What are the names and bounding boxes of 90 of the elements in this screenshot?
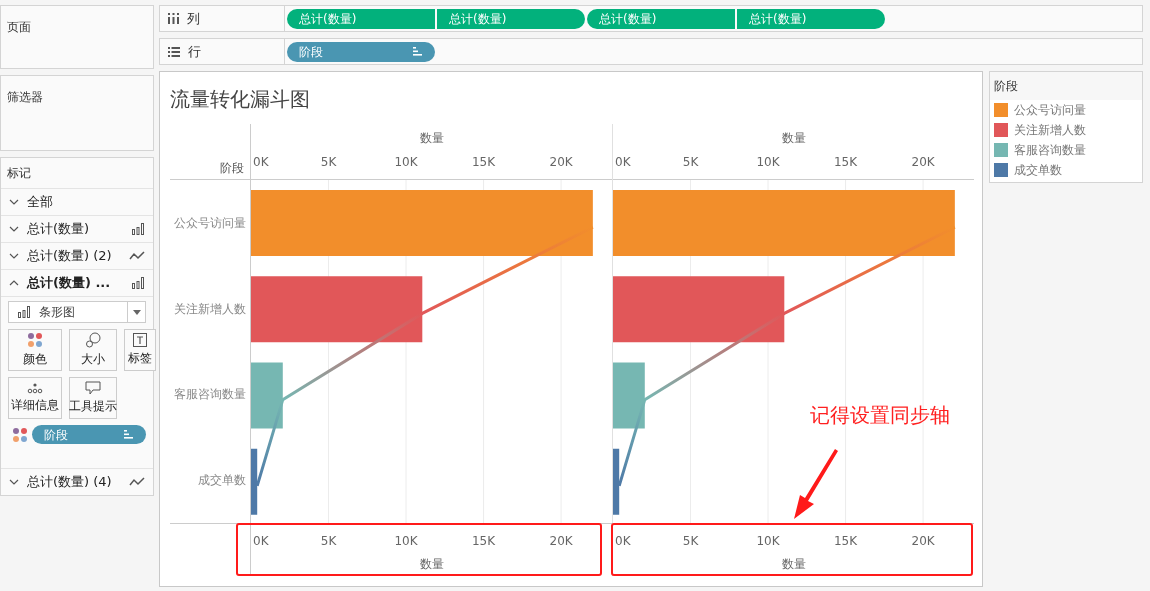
- axis-tick-label: 5K: [320, 533, 337, 550]
- axis-tick-label: 5K: [320, 154, 337, 171]
- axis-tick-label: 0K: [253, 533, 269, 550]
- mark-type-dropdown[interactable]: 条形图: [8, 301, 146, 323]
- chevron-down-icon[interactable]: [9, 199, 19, 205]
- axis-tick-label: 20K: [911, 533, 935, 550]
- marks-layer[interactable]: 总计(数量) (2): [1, 242, 153, 269]
- bar-chart-icon: [131, 277, 145, 289]
- layer-label: 总计(数量): [27, 220, 91, 239]
- bar: [613, 448, 620, 515]
- pill-label: 总计(数量): [299, 10, 357, 28]
- axis-tick-label: 20K: [549, 533, 573, 550]
- axis-tick-label: 15K: [472, 533, 496, 550]
- legend-label: 客服咨询数量: [1014, 142, 1086, 159]
- color-dots-icon: [27, 332, 43, 348]
- text-label-icon: [133, 333, 147, 347]
- panel-title: 标记: [6, 165, 32, 182]
- columns-icon: [168, 13, 179, 24]
- bar: [613, 362, 645, 429]
- chevron-down-icon[interactable]: [9, 226, 19, 232]
- row-label: 成交单数: [197, 472, 246, 490]
- axis-tick-label: 15K: [834, 533, 858, 550]
- layer-label: 总计(数量) (2): [27, 247, 113, 266]
- sort-icon[interactable]: [413, 47, 423, 56]
- axis-tick-label: 20K: [911, 154, 935, 171]
- pill-label: 阶段: [44, 426, 68, 444]
- panel-title: 筛选器: [7, 90, 43, 104]
- legend-label: 成交单数: [1014, 162, 1062, 179]
- axis-title: 数量: [419, 556, 444, 573]
- axis-title: 数量: [781, 130, 806, 147]
- axis-tick-label: 10K: [756, 533, 780, 550]
- marks-card-button[interactable]: 标签: [124, 329, 156, 371]
- marks-layer[interactable]: 总计(数量) ...: [1, 269, 153, 296]
- panel-title: 页面: [7, 20, 31, 34]
- size-circles-icon: [85, 332, 101, 348]
- worksheet-title: 流量转化漏斗图: [170, 87, 310, 111]
- bar-chart-icon: [131, 223, 145, 235]
- axis-tick-label: 10K: [394, 533, 418, 550]
- row-label: 关注新增人数: [173, 300, 246, 318]
- dropdown-arrow-icon[interactable]: [132, 309, 141, 315]
- axis-tick-label: 0K: [253, 154, 269, 171]
- marks-card-button[interactable]: 颜色: [8, 329, 62, 371]
- row-label: 公众号访问量: [173, 214, 246, 232]
- pill-label: 阶段: [299, 43, 323, 61]
- marks-layer[interactable]: 总计(数量): [1, 215, 153, 242]
- axis-title: 数量: [419, 130, 444, 147]
- shelf-label: 行: [188, 42, 201, 61]
- detail-dots-icon: [27, 382, 43, 394]
- color-dots-icon: [12, 426, 28, 443]
- legend-label: 公众号访问量: [1014, 102, 1086, 119]
- pill-label: 总计(数量): [599, 10, 657, 28]
- marks-card-button[interactable]: 大小: [69, 329, 117, 371]
- axis-tick-label: 15K: [472, 154, 496, 171]
- axis-tick-label: 5K: [682, 154, 699, 171]
- marks-layer[interactable]: 总计(数量) (4): [1, 468, 153, 495]
- axis-title: 数量: [781, 556, 806, 573]
- line-chart-icon: [129, 477, 145, 487]
- row-label: 客服咨询数量: [173, 386, 246, 404]
- legend-title: 阶段: [994, 78, 1018, 95]
- axis-tick-label: 10K: [394, 154, 418, 171]
- mark-type-value: 条形图: [39, 304, 75, 321]
- chevron-down-icon[interactable]: [9, 479, 19, 485]
- layer-label: 全部: [27, 193, 54, 212]
- chevron-up-icon[interactable]: [9, 280, 19, 286]
- sort-icon[interactable]: [124, 430, 134, 439]
- row-header: 阶段: [220, 160, 244, 177]
- layer-label: 总计(数量) (4): [27, 473, 113, 492]
- rows-icon: [168, 46, 180, 57]
- axis-tick-label: 15K: [834, 154, 858, 171]
- axis-tick-label: 0K: [615, 154, 631, 171]
- annotation-arrow: [792, 449, 840, 521]
- marks-card-button[interactable]: 工具提示: [69, 377, 117, 419]
- annotation-text: 记得设置同步轴: [810, 402, 950, 429]
- marks-layer[interactable]: 全部: [1, 188, 153, 215]
- bar-chart-icon: [17, 306, 31, 318]
- marks-card-button[interactable]: 详细信息: [8, 377, 62, 419]
- line-chart-icon: [129, 251, 145, 261]
- axis-tick-label: 0K: [615, 533, 631, 550]
- chevron-down-icon[interactable]: [9, 253, 19, 259]
- bar: [251, 362, 283, 429]
- axis-tick-label: 20K: [549, 154, 573, 171]
- tooltip-icon: [85, 381, 101, 395]
- pill-label: 总计(数量): [449, 10, 507, 28]
- pill-label: 总计(数量): [749, 10, 807, 28]
- shelf-label: 列: [187, 9, 200, 28]
- layer-label: 总计(数量) ...: [27, 274, 112, 293]
- axis-tick-label: 5K: [682, 533, 699, 550]
- bar: [251, 448, 258, 515]
- legend-label: 关注新增人数: [1014, 122, 1086, 139]
- axis-tick-label: 10K: [756, 154, 780, 171]
